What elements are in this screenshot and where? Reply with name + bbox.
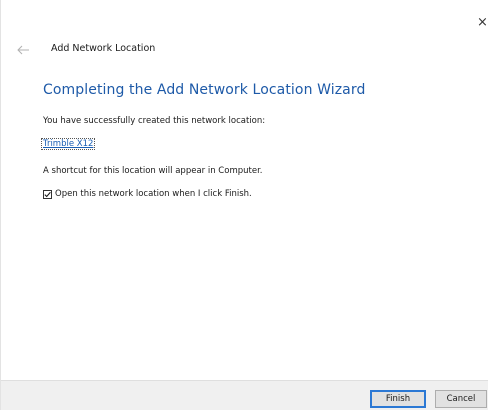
open-location-checkbox-label[interactable]: Open this network location when I click … bbox=[55, 189, 252, 199]
back-arrow-icon[interactable] bbox=[16, 41, 30, 55]
open-location-checkbox[interactable] bbox=[43, 189, 52, 199]
cancel-button[interactable]: Cancel bbox=[435, 390, 487, 408]
close-icon[interactable]: × bbox=[477, 16, 487, 30]
open-location-checkbox-row[interactable]: Open this network location when I click … bbox=[43, 189, 252, 199]
wizard-window: × Add Network Location Completing the Ad… bbox=[0, 0, 488, 410]
checkmark-icon bbox=[44, 191, 51, 197]
success-message: You have successfully created this netwo… bbox=[43, 116, 266, 126]
wizard-title: Add Network Location bbox=[51, 43, 156, 54]
network-location-link[interactable]: Trimble X12 bbox=[40, 138, 96, 150]
finish-button[interactable]: Finish bbox=[370, 390, 426, 408]
page-heading: Completing the Add Network Location Wiza… bbox=[43, 82, 366, 98]
wizard-footer: Finish Cancel bbox=[1, 380, 488, 410]
shortcut-message: A shortcut for this location will appear… bbox=[43, 166, 263, 176]
